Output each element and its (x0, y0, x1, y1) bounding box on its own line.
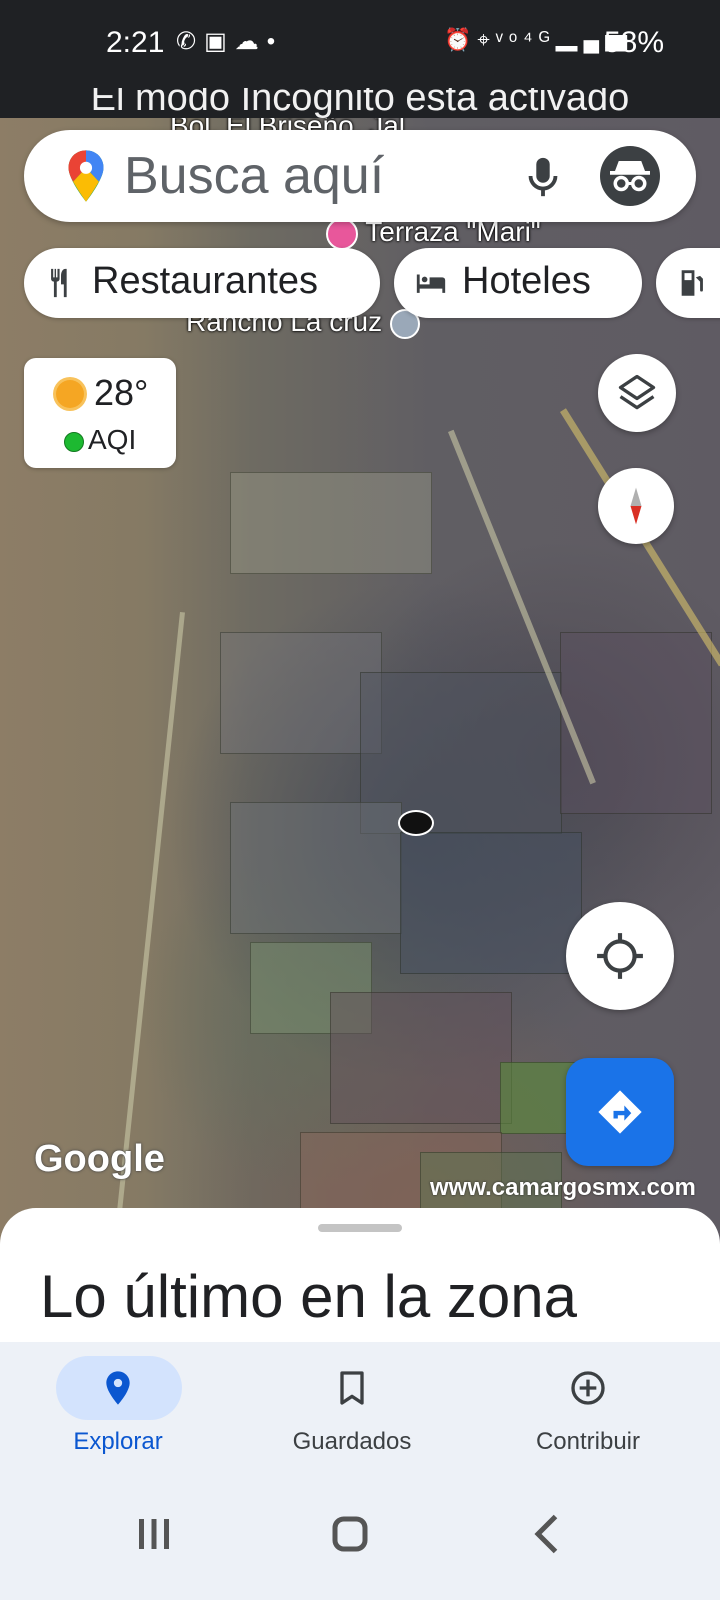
add-circle-icon (571, 1371, 605, 1405)
bookmark-icon (340, 1371, 364, 1405)
chip-restaurantes[interactable]: Restaurantes (24, 248, 380, 318)
gas-station-icon (681, 270, 703, 296)
battery-level: 58% (604, 26, 665, 59)
location-pin-icon (106, 1371, 130, 1405)
search-input[interactable]: Busca aquí (124, 146, 384, 206)
map-field (560, 632, 712, 814)
volte-icon: ᵛᵒ (495, 27, 524, 52)
system-nav-bar (0, 1476, 720, 1600)
compass-button[interactable] (598, 468, 674, 544)
map-field (230, 802, 402, 934)
gallery-icon: ▣ (204, 28, 235, 55)
nav-label: Guardados (292, 1428, 412, 1455)
nav-item-contribuir[interactable]: Contribuir (488, 1342, 688, 1476)
directions-icon (598, 1090, 642, 1134)
aqi-label: AQI (88, 424, 137, 455)
directions-button[interactable] (566, 1058, 674, 1166)
location-icon: ⌖ (477, 27, 496, 52)
layers-icon (618, 374, 656, 410)
alarm-icon: ⏰ (444, 27, 478, 52)
temperature: 28° (94, 372, 149, 413)
aqi-status-dot (64, 432, 84, 452)
watermark-text: www.camargosmx.com (430, 1174, 696, 1201)
bottom-sheet[interactable]: Lo último en la zona (0, 1208, 720, 1348)
nav-label: Explorar (73, 1428, 163, 1455)
weather-icon: ☁ (234, 28, 267, 55)
map-field (230, 472, 432, 574)
map-field (220, 632, 382, 754)
poi-pin-icon (326, 217, 358, 250)
sheet-title: Lo último en la zona (40, 1263, 578, 1330)
status-bar: 2:21 ✆▣☁• ⏰⌖ᵛᵒ⁴ᴳ▂▄▆ 58% (0, 0, 720, 88)
back-icon[interactable] (518, 1504, 578, 1564)
sheet-drag-handle[interactable] (318, 1224, 402, 1232)
whatsapp-icon: ✆ (176, 28, 205, 55)
recent-apps-icon[interactable] (124, 1504, 184, 1564)
chip-label: Restaurantes (92, 260, 319, 302)
incognito-avatar[interactable] (600, 146, 660, 206)
map-field (330, 992, 512, 1124)
restaurant-icon (51, 268, 67, 298)
my-location-button[interactable] (566, 902, 674, 1010)
nav-item-guardados[interactable]: Guardados (252, 1342, 452, 1476)
bottom-nav: Explorar Guardados Contribuir (0, 1342, 720, 1476)
crosshair-icon (597, 933, 643, 979)
search-bar[interactable]: Busca aquí (24, 130, 696, 222)
dot-icon: • (266, 28, 284, 55)
sun-icon (56, 380, 84, 408)
weather-card[interactable]: 28° AQI (24, 358, 176, 468)
nav-label: Contribuir (535, 1428, 641, 1455)
notification-icons: ✆▣☁• (176, 27, 283, 56)
incognito-icon (610, 161, 650, 192)
hotel-icon (416, 274, 446, 293)
chip-label: Hoteles (462, 260, 591, 302)
map-field (400, 832, 582, 974)
google-maps-logo-icon (68, 150, 104, 202)
status-time: 2:21 (106, 26, 165, 59)
layers-button[interactable] (598, 354, 676, 432)
4g-icon: ⁴ᴳ (523, 27, 556, 52)
compass-icon (630, 487, 642, 525)
nav-item-explorar[interactable]: Explorar (18, 1342, 218, 1476)
google-logo: Google (34, 1138, 165, 1180)
map-road (106, 612, 185, 1309)
chip-gas-station[interactable] (656, 248, 720, 318)
mic-icon[interactable] (520, 152, 566, 202)
home-icon[interactable] (320, 1504, 380, 1564)
current-location-marker[interactable] (398, 810, 434, 836)
chip-hoteles[interactable]: Hoteles (394, 248, 642, 318)
